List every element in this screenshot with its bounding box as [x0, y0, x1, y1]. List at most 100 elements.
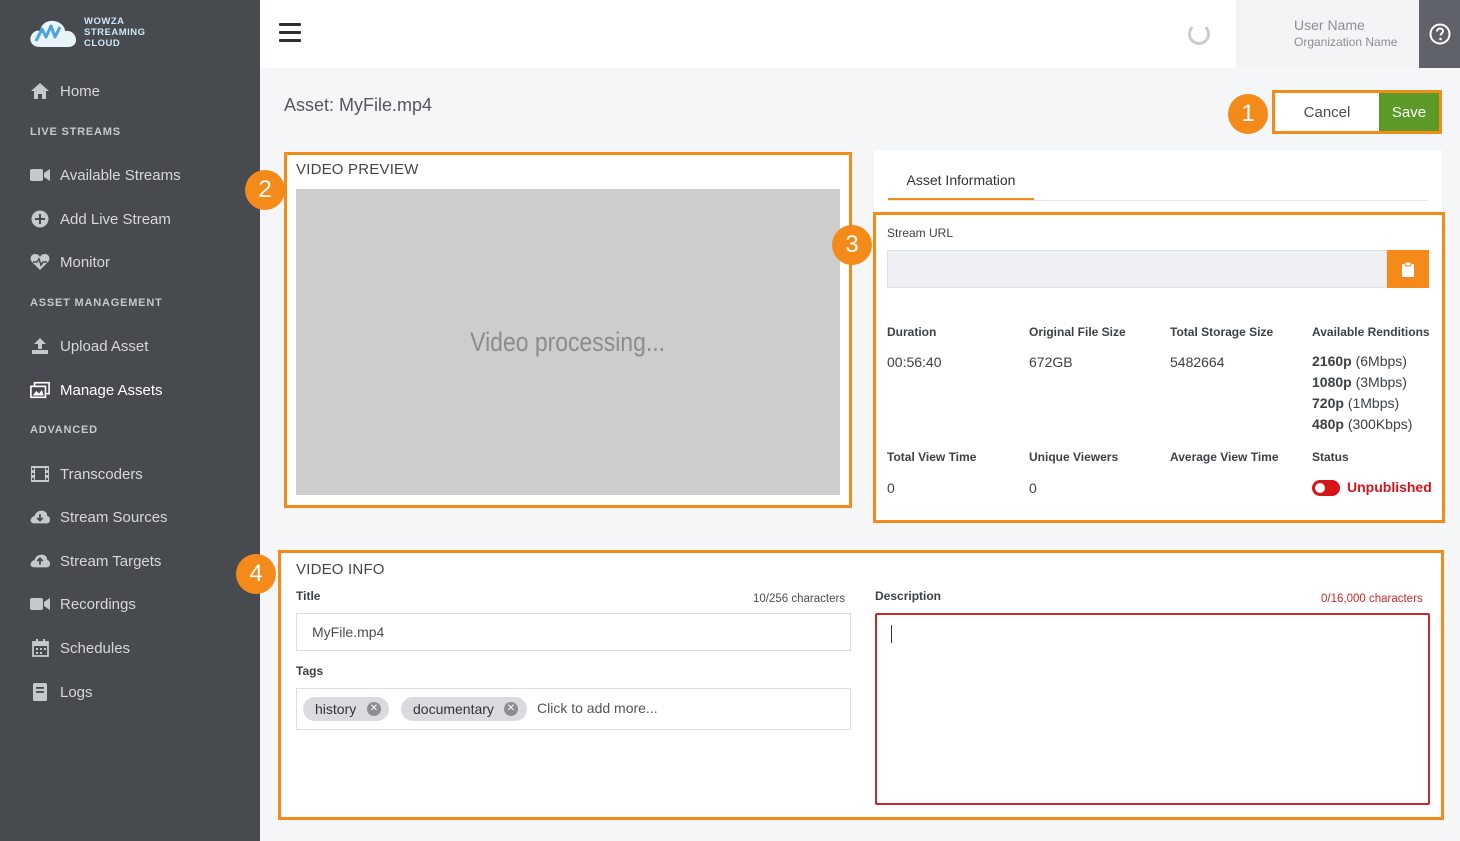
organization-name: Organization Name — [1294, 35, 1398, 49]
action-buttons: Cancel Save — [1272, 90, 1442, 134]
hamburger-menu-icon[interactable] — [279, 23, 301, 43]
film-icon — [30, 464, 50, 484]
video-camera-icon — [30, 594, 50, 614]
loading-spinner-icon — [1188, 23, 1210, 45]
cancel-button[interactable]: Cancel — [1275, 93, 1379, 131]
tag-chip: history ✕ — [303, 697, 389, 721]
tag-chip: documentary ✕ — [401, 697, 527, 721]
heart-pulse-icon — [30, 252, 50, 272]
top-bar: User Name Organization Name — [260, 0, 1460, 68]
tags-input[interactable]: history ✕ documentary ✕ Click to add mor… — [296, 688, 851, 730]
sidebar-item-label: Add Live Stream — [60, 210, 171, 228]
sidebar-item-logs[interactable]: Logs — [30, 681, 93, 703]
description-label: Description — [875, 589, 942, 603]
stream-url-field[interactable] — [887, 250, 1387, 288]
tags-label: Tags — [296, 664, 324, 678]
description-textarea[interactable] — [875, 613, 1430, 805]
section-asset-management: ASSET MANAGEMENT — [30, 297, 163, 309]
video-preview-label: VIDEO PREVIEW — [296, 161, 419, 178]
sidebar-item-label: Stream Targets — [60, 552, 162, 570]
help-icon — [1429, 23, 1450, 45]
save-button[interactable]: Save — [1379, 93, 1439, 131]
section-advanced: ADVANCED — [30, 424, 98, 436]
section-live-streams: LIVE STREAMS — [30, 126, 121, 138]
average-view-time-label: Average View Time — [1170, 450, 1279, 464]
video-camera-icon — [30, 165, 50, 185]
callout-badge-2: 2 — [245, 170, 285, 210]
sidebar-item-add-live-stream[interactable]: Add Live Stream — [30, 208, 171, 230]
sidebar-item-label: Logs — [60, 683, 93, 701]
renditions-label: Available Renditions — [1312, 325, 1430, 339]
tab-divider — [888, 200, 1428, 201]
description-char-counter: 0/16,000 characters — [1321, 593, 1423, 605]
tags-placeholder: Click to add more... — [537, 700, 658, 716]
rendition-item: 2160p (6Mbps) — [1312, 353, 1407, 369]
sidebar-item-available-streams[interactable]: Available Streams — [30, 164, 181, 186]
video-player[interactable]: Video processing... — [296, 189, 840, 495]
file-size-value: 672GB — [1029, 354, 1073, 370]
logo-line-1: WOWZA — [84, 16, 125, 27]
rendition-item: 1080p (3Mbps) — [1312, 374, 1407, 390]
storage-size-label: Total Storage Size — [1170, 325, 1274, 339]
sidebar-item-manage-assets[interactable]: Manage Assets — [30, 379, 163, 401]
title-label: Title — [296, 589, 321, 603]
upload-icon — [30, 336, 50, 356]
remove-tag-icon[interactable]: ✕ — [367, 702, 381, 716]
sidebar-item-label: Home — [60, 82, 101, 100]
sidebar-item-monitor[interactable]: Monitor — [30, 251, 110, 273]
logo-text: WOWZA STREAMING CLOUD — [84, 16, 146, 49]
tab-asset-information[interactable]: Asset Information — [888, 164, 1034, 201]
tag-label: history — [315, 701, 357, 717]
sidebar-item-label: Transcoders — [60, 465, 143, 483]
sidebar-item-label: Upload Asset — [60, 337, 149, 355]
sidebar: WOWZA STREAMING CLOUD Home LIVE STREAMS … — [0, 0, 260, 841]
sidebar-item-upload-asset[interactable]: Upload Asset — [30, 335, 148, 357]
copy-url-button[interactable] — [1387, 250, 1429, 288]
cloud-logo-icon — [30, 20, 76, 47]
remove-tag-icon[interactable]: ✕ — [504, 702, 518, 716]
sidebar-item-label: Schedules — [60, 639, 131, 657]
sidebar-item-schedules[interactable]: Schedules — [30, 637, 130, 659]
calendar-icon — [30, 638, 50, 658]
sidebar-item-home[interactable]: Home — [30, 80, 100, 102]
stream-url-label: Stream URL — [887, 226, 954, 240]
sidebar-item-stream-sources[interactable]: Stream Sources — [30, 506, 168, 528]
total-view-time-label: Total View Time — [887, 450, 977, 464]
user-name: User Name — [1294, 17, 1365, 33]
total-view-time-value: 0 — [887, 480, 895, 496]
logo-line-3: CLOUD — [84, 38, 121, 49]
callout-badge-1: 1 — [1228, 94, 1268, 134]
tag-label: documentary — [413, 701, 494, 717]
video-processing-text: Video processing... — [470, 326, 666, 357]
page-title: Asset: MyFile.mp4 — [284, 95, 433, 115]
home-icon — [30, 81, 50, 101]
sidebar-item-label: Stream Sources — [60, 508, 168, 526]
sidebar-item-stream-targets[interactable]: Stream Targets — [30, 550, 161, 572]
video-info-label: VIDEO INFO — [296, 561, 385, 578]
title-char-counter: 10/256 characters — [753, 593, 846, 605]
user-menu[interactable]: User Name Organization Name — [1236, 0, 1419, 68]
video-info-panel: VIDEO INFO Title 10/256 characters MyFil… — [278, 550, 1444, 820]
wowza-logo[interactable]: WOWZA STREAMING CLOUD — [28, 16, 146, 49]
plus-circle-icon — [30, 209, 50, 229]
duration-value: 00:56:40 — [887, 354, 942, 370]
sidebar-item-recordings[interactable]: Recordings — [30, 593, 136, 615]
callout-badge-3: 3 — [832, 225, 872, 265]
logo-line-2: STREAMING — [84, 27, 146, 38]
sidebar-item-label: Monitor — [60, 253, 111, 271]
unique-viewers-label: Unique Viewers — [1029, 450, 1119, 464]
file-size-label: Original File Size — [1029, 325, 1126, 339]
renditions-list: 2160p (6Mbps) 1080p (3Mbps) 720p (1Mbps)… — [1312, 351, 1412, 435]
help-button[interactable] — [1419, 0, 1460, 68]
video-preview-panel: VIDEO PREVIEW Video processing... — [284, 152, 852, 508]
callout-badge-4: 4 — [236, 554, 276, 594]
text-caret — [891, 625, 892, 643]
sidebar-item-label: Available Streams — [60, 166, 181, 184]
publish-toggle[interactable] — [1312, 480, 1340, 496]
cloud-upload-icon — [30, 551, 50, 571]
rendition-item: 720p (1Mbps) — [1312, 395, 1400, 411]
sidebar-item-label: Manage Assets — [60, 381, 163, 399]
status-label: Status — [1312, 450, 1349, 464]
sidebar-item-transcoders[interactable]: Transcoders — [30, 463, 143, 485]
title-input[interactable]: MyFile.mp4 — [296, 613, 851, 651]
